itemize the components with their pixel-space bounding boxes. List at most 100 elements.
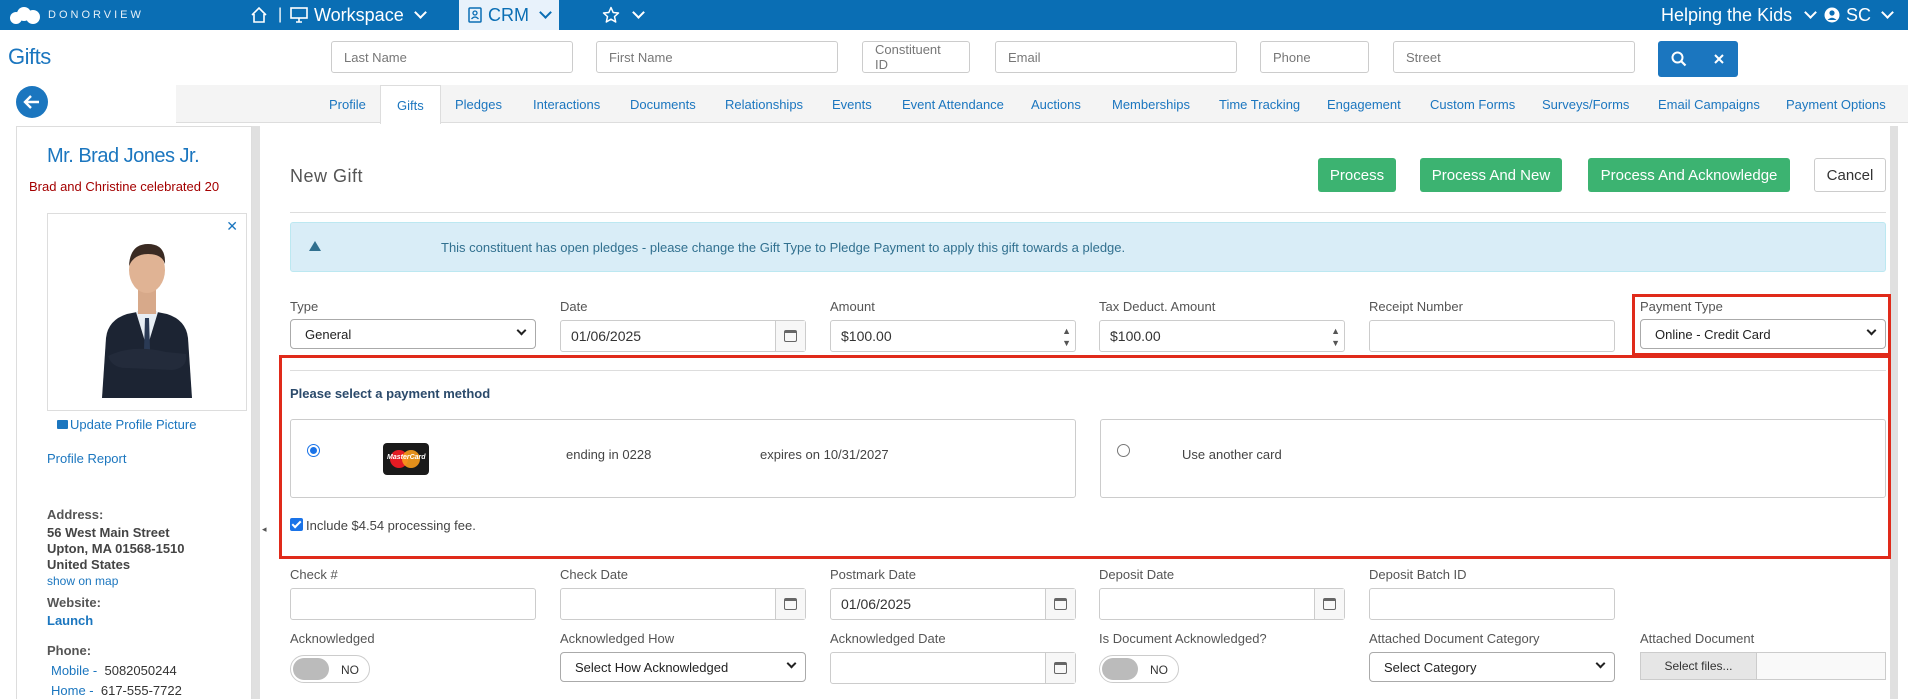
remove-photo-icon[interactable]: ✕: [226, 218, 238, 235]
home-phone: Home - 617-555-7722: [51, 683, 182, 698]
calendar-icon[interactable]: [1045, 653, 1075, 683]
tab-payment-options[interactable]: Payment Options: [1786, 85, 1886, 123]
update-profile-picture-link[interactable]: Update Profile Picture: [57, 417, 196, 432]
left-panel-scrollbar[interactable]: [252, 126, 260, 699]
tab-custom-forms[interactable]: Custom Forms: [1430, 85, 1515, 123]
check-number-input[interactable]: [290, 588, 536, 620]
profile-photo: ✕: [47, 213, 247, 411]
acknowledged-how-select[interactable]: Select How Acknowledged: [560, 652, 806, 682]
show-on-map-link[interactable]: show on map: [47, 574, 118, 588]
crm-menu[interactable]: CRM: [459, 0, 559, 30]
tab-memberships[interactable]: Memberships: [1112, 85, 1190, 123]
person-photo: [102, 244, 192, 398]
website-launch-link[interactable]: Launch: [47, 613, 93, 628]
tab-time-tracking[interactable]: Time Tracking: [1219, 85, 1300, 123]
select-files-button[interactable]: Select files...: [1641, 653, 1757, 679]
chevron-down-icon: [1881, 6, 1894, 19]
check-date-input[interactable]: [560, 588, 806, 620]
favorites-menu[interactable]: [602, 0, 645, 30]
saved-card-radio[interactable]: [307, 444, 320, 457]
form-title: New Gift: [290, 166, 364, 186]
profile-report-link[interactable]: Profile Report: [47, 451, 126, 466]
process-button[interactable]: Process: [1318, 158, 1396, 192]
camera-icon: [57, 420, 68, 429]
tab-relationships[interactable]: Relationships: [725, 85, 803, 123]
amount-input[interactable]: $100.00 ▲ ▼: [830, 320, 1076, 352]
phone-search-input[interactable]: Phone: [1260, 41, 1369, 73]
back-button[interactable]: [16, 86, 48, 118]
last-name-search-input[interactable]: Last Name: [331, 41, 573, 73]
check-date-label: Check Date: [560, 567, 628, 582]
user-menu[interactable]: SC: [1824, 0, 1894, 30]
processing-fee-label: Include $4.54 processing fee.: [306, 518, 476, 533]
tab-events[interactable]: Events: [832, 85, 872, 123]
tab-gifts[interactable]: Gifts: [380, 85, 441, 124]
deposit-batch-input[interactable]: [1369, 588, 1615, 620]
separator: |: [278, 6, 283, 23]
deposit-date-input[interactable]: [1099, 588, 1345, 620]
payment-type-select[interactable]: Online - Credit Card: [1640, 319, 1886, 349]
chevron-down-icon: [632, 6, 645, 19]
chevron-down-icon: [786, 658, 797, 669]
tax-deduct-label: Tax Deduct. Amount: [1099, 299, 1216, 314]
calendar-icon[interactable]: [775, 589, 805, 619]
acknowledged-how-label: Acknowledged How: [560, 631, 675, 646]
donorview-logo[interactable]: DONORVIEW: [10, 5, 144, 25]
postmark-date-input[interactable]: 01/06/2025: [830, 588, 1076, 620]
stepper-icon[interactable]: ▲ ▼: [1062, 325, 1071, 349]
process-and-acknowledge-button[interactable]: Process And Acknowledge: [1588, 158, 1790, 192]
main-scrollbar[interactable]: [1890, 126, 1898, 699]
search-icon[interactable]: [1671, 51, 1687, 67]
acknowledged-label: Acknowledged: [290, 631, 375, 646]
calendar-icon[interactable]: [1314, 589, 1344, 619]
logo-text: DONORVIEW: [48, 9, 144, 21]
email-search-input[interactable]: Email: [995, 41, 1237, 73]
tab-auctions[interactable]: Auctions: [1031, 85, 1081, 123]
process-and-new-button[interactable]: Process And New: [1420, 158, 1562, 192]
processing-fee-checkbox[interactable]: [290, 518, 303, 531]
tab-pledges[interactable]: Pledges: [455, 85, 502, 123]
another-card-radio[interactable]: [1117, 444, 1130, 457]
calendar-icon[interactable]: [1045, 589, 1075, 619]
receipt-number-input[interactable]: [1369, 320, 1615, 352]
deposit-date-label: Deposit Date: [1099, 567, 1175, 582]
street-search-input[interactable]: Street: [1393, 41, 1635, 73]
first-name-search-input[interactable]: First Name: [596, 41, 838, 73]
another-card-option[interactable]: Use another card: [1100, 419, 1886, 498]
tax-deduct-input[interactable]: $100.00 ▲ ▼: [1099, 320, 1345, 352]
tab-engagement[interactable]: Engagement: [1327, 85, 1401, 123]
saved-card-option[interactable]: MasterCard ending in 0228 expires on 10/…: [290, 419, 1076, 498]
divider: [290, 370, 1886, 371]
card-ending: ending in 0228: [566, 447, 652, 462]
attached-document-label: Attached Document: [1640, 631, 1755, 646]
date-input[interactable]: 01/06/2025: [560, 320, 806, 352]
postmark-date-label: Postmark Date: [830, 567, 916, 582]
collapse-panel-icon[interactable]: ◂: [262, 524, 267, 535]
home-icon[interactable]: [250, 0, 268, 30]
document-category-select[interactable]: Select Category: [1369, 652, 1615, 682]
acknowledged-toggle[interactable]: NO: [290, 655, 370, 683]
document-acknowledged-toggle[interactable]: NO: [1099, 655, 1179, 683]
tab-interactions[interactable]: Interactions: [533, 85, 600, 123]
chevron-down-icon: [1595, 658, 1606, 669]
calendar-icon[interactable]: [775, 321, 805, 351]
type-select[interactable]: General: [290, 319, 536, 349]
acknowledged-date-input[interactable]: [830, 652, 1076, 684]
stepper-icon[interactable]: ▲ ▼: [1331, 325, 1340, 349]
constituent-id-search-input[interactable]: Constituent ID: [862, 41, 970, 73]
document-category-label: Attached Document Category: [1369, 631, 1540, 646]
tab-email-campaigns[interactable]: Email Campaigns: [1658, 85, 1760, 123]
cancel-button[interactable]: Cancel: [1814, 158, 1886, 192]
tab-surveys-forms[interactable]: Surveys/Forms: [1542, 85, 1629, 123]
constituent-note: Brad and Christine celebrated 20: [29, 179, 220, 194]
tab-event-attendance[interactable]: Event Attendance: [902, 85, 1004, 123]
clear-search-icon[interactable]: [1713, 53, 1725, 65]
tab-documents[interactable]: Documents: [630, 85, 696, 123]
warning-icon: [309, 241, 321, 251]
chevron-down-icon: [1866, 325, 1877, 336]
monitor-icon: [290, 7, 308, 23]
chevron-down-icon: [516, 325, 527, 336]
org-menu[interactable]: Helping the Kids: [1661, 0, 1817, 30]
tab-profile[interactable]: Profile: [329, 85, 366, 123]
workspace-menu[interactable]: Workspace: [290, 0, 427, 30]
